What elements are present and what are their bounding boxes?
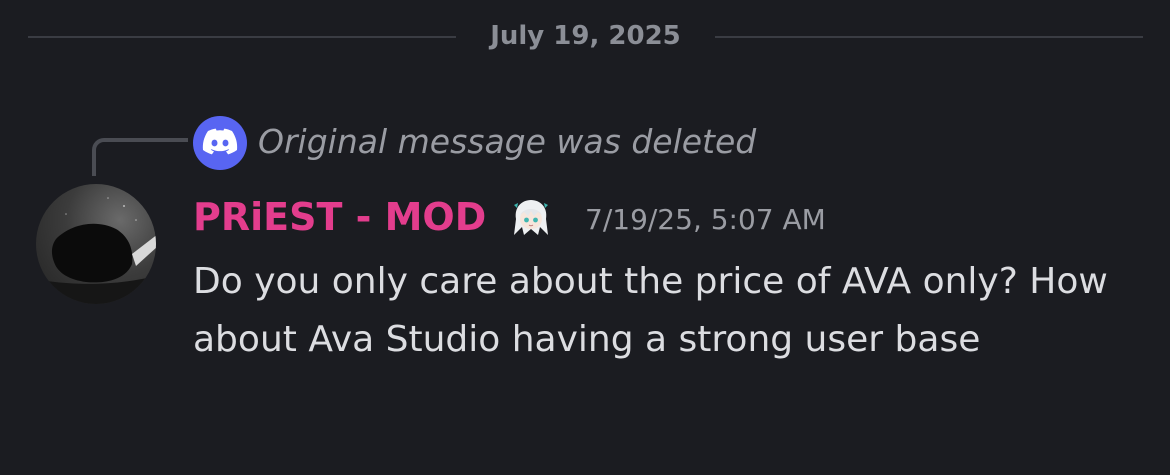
reply-deleted-text[interactable]: Original message was deleted [258,118,756,166]
date-divider-label: July 19, 2025 [490,21,681,51]
discord-logo-icon [193,116,247,170]
avatar[interactable] [36,184,156,304]
message-author-name[interactable]: PRiEST - MOD [193,192,486,242]
message-content: Do you only care about the price of AVA … [193,261,1108,360]
message-timestamp[interactable]: 7/19/25, 5:07 AM [585,198,826,242]
reply-spine [92,138,188,176]
anime-character-emoji-icon[interactable] [510,197,552,239]
date-divider-line-right [715,36,1143,38]
date-divider-line-left [28,36,456,38]
